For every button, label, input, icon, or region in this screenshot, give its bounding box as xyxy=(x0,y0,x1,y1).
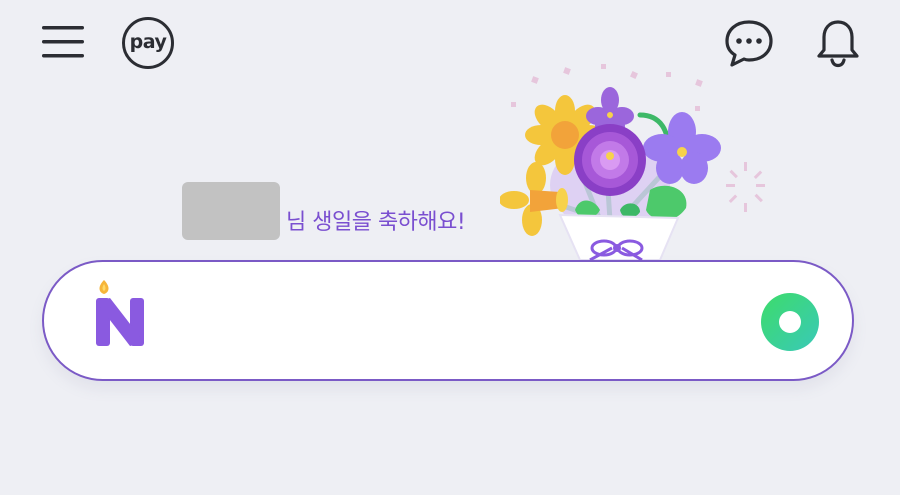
bell-icon[interactable] xyxy=(814,17,862,69)
hamburger-menu-icon[interactable] xyxy=(40,22,86,62)
flower-bouquet-illustration xyxy=(499,60,790,262)
green-ring-icon[interactable] xyxy=(760,292,820,352)
search-box[interactable] xyxy=(42,260,854,381)
birthday-candle-n-logo-icon[interactable] xyxy=(94,278,150,354)
birthday-greeting: 님 생일을 축하해요! xyxy=(182,182,466,240)
pay-button[interactable]: pay xyxy=(122,17,180,75)
greeting-text: 님 생일을 축하해요! xyxy=(286,210,466,235)
pay-label: pay xyxy=(122,17,174,69)
redacted-name xyxy=(182,182,280,240)
search-input[interactable] xyxy=(174,292,738,350)
